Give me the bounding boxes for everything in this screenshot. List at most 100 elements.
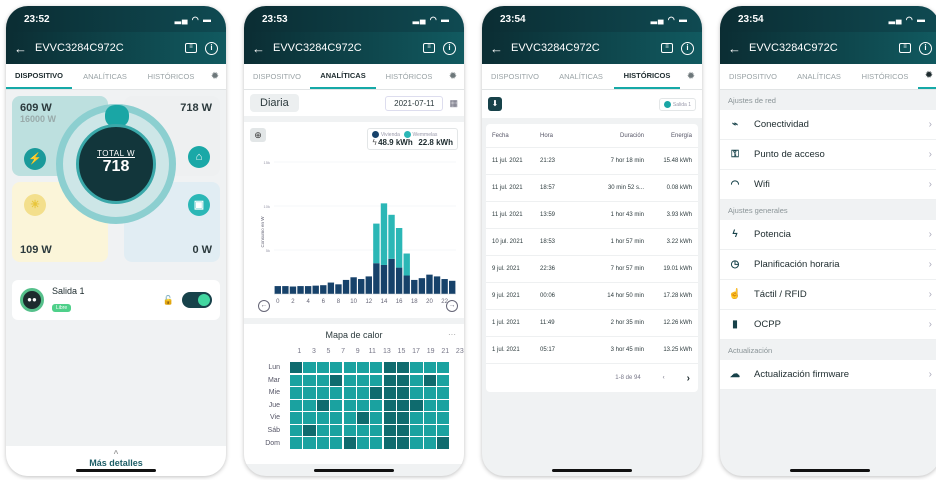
heatmap-cell[interactable] (356, 362, 370, 374)
bar-home[interactable] (358, 279, 365, 294)
heatmap-cell[interactable] (290, 362, 303, 374)
bar-home[interactable] (395, 267, 403, 294)
heatmap-cell[interactable] (437, 399, 450, 412)
heatmap-cell[interactable] (316, 412, 329, 424)
more-options-icon[interactable]: ··· (448, 330, 456, 339)
heatmap-cell[interactable] (316, 437, 329, 449)
heatmap-cell[interactable] (356, 387, 370, 399)
heatmap-cell[interactable] (410, 387, 423, 399)
heatmap-cell[interactable] (410, 424, 423, 437)
prev-arrow-icon[interactable]: ← (258, 300, 270, 312)
tab-analytics[interactable]: ANALÍTICAS (72, 64, 138, 89)
date-field[interactable]: 2021-07-11 (385, 95, 444, 111)
heatmap-cell[interactable] (303, 387, 316, 399)
heatmap-cell[interactable] (410, 399, 423, 412)
heatmap-cell[interactable] (410, 362, 423, 374)
bar-home[interactable] (433, 276, 441, 294)
table-row[interactable]: 10 jul. 2021 18:53 1 hor 57 min 3.22 kWh (486, 229, 698, 256)
zoom-icon[interactable]: ⊕ (250, 128, 266, 142)
heatmap-cell[interactable] (410, 437, 423, 449)
heatmap-cell[interactable] (437, 412, 450, 424)
table-row[interactable]: 9 jul. 2021 00:06 14 hor 50 min 17.28 kWh (486, 283, 698, 310)
bar-home[interactable] (320, 285, 327, 294)
heatmap-cell[interactable] (370, 399, 383, 412)
bar-home[interactable] (403, 275, 410, 294)
bar-home[interactable] (297, 286, 304, 294)
table-row[interactable]: 11 jul. 2021 13:59 1 hor 43 min 3.93 kWh (486, 202, 698, 229)
heatmap-cell[interactable] (330, 412, 343, 424)
heatmap-cell[interactable] (343, 412, 356, 424)
bar-home[interactable] (304, 286, 312, 294)
setting-firmware[interactable]: ☁ Actualización firmware › (720, 360, 936, 390)
setting-ocpp[interactable]: ▮ OCPP › (720, 310, 936, 340)
back-arrow-icon[interactable]: ← (728, 41, 741, 56)
heatmap-cell[interactable] (410, 374, 423, 386)
back-arrow-icon[interactable]: ← (252, 41, 265, 56)
outlet-card[interactable]: ●● Salida 1 Libre 🔓 (12, 280, 220, 320)
table-row[interactable]: 11 jul. 2021 21:23 7 hor 18 min 15.48 kWh (486, 148, 698, 175)
heatmap-cell[interactable] (330, 399, 343, 412)
setting-rfid[interactable]: ☝ Táctil / RFID › (720, 280, 936, 310)
table-row[interactable]: 9 jul. 2021 22:36 7 hor 57 min 19.01 kWh (486, 256, 698, 283)
bar-home[interactable] (282, 286, 289, 294)
heatmap-cell[interactable] (383, 437, 396, 449)
tab-device[interactable]: DISPOSITIVO (6, 64, 72, 89)
bar-home[interactable] (274, 286, 281, 294)
bar-home[interactable] (426, 274, 433, 294)
settings-gear-icon[interactable]: ✹ (204, 64, 226, 89)
heatmap-cell[interactable] (397, 374, 410, 386)
heatmap-cell[interactable] (437, 387, 450, 399)
next-arrow-icon[interactable]: → (446, 300, 458, 312)
bar-home[interactable] (350, 277, 357, 294)
bar-home[interactable] (449, 280, 456, 294)
heatmap-cell[interactable] (290, 424, 303, 437)
heatmap-cell[interactable] (356, 399, 370, 412)
heatmap-cell[interactable] (383, 362, 396, 374)
info-icon[interactable]: i (919, 41, 932, 55)
table-row[interactable]: 1 jul. 2021 11:49 2 hor 35 min 12.26 kWh (486, 310, 698, 337)
table-row[interactable]: 11 jul. 2021 18:57 30 min 52 s... 0.08 kWh (486, 175, 698, 202)
heatmap-cell[interactable] (397, 424, 410, 437)
tab-device[interactable]: DISPOSITIVO (482, 64, 548, 89)
heatmap-cell[interactable] (343, 437, 356, 449)
heatmap-cell[interactable] (397, 399, 410, 412)
download-icon[interactable]: ⬇ (488, 97, 502, 111)
heatmap-cell[interactable] (410, 412, 423, 424)
back-arrow-icon[interactable]: ← (14, 41, 27, 56)
settings-gear-icon[interactable]: ✹ (442, 64, 464, 89)
bar-home[interactable] (289, 286, 297, 294)
heatmap-cell[interactable] (316, 374, 329, 386)
info-icon[interactable]: i (681, 41, 694, 55)
bar-home[interactable] (373, 263, 380, 294)
heatmap-cell[interactable] (370, 362, 383, 374)
heatmap-cell[interactable] (343, 362, 356, 374)
heatmap-cell[interactable] (423, 437, 436, 449)
heatmap-cell[interactable] (303, 374, 316, 386)
heatmap-cell[interactable] (437, 362, 450, 374)
lock-icon[interactable]: 🔓 (163, 295, 174, 306)
heatmap-cell[interactable] (316, 387, 329, 399)
heatmap-cell[interactable] (316, 424, 329, 437)
heatmap-cell[interactable] (316, 362, 329, 374)
setting-power[interactable]: ϟ Potencia › (720, 220, 936, 250)
tab-history[interactable]: HISTÓRICOS (138, 64, 204, 89)
tab-analytics[interactable]: ANALÍTICAS (548, 64, 614, 89)
table-row[interactable]: 1 jul. 2021 05:17 3 hor 45 min 13.25 kWh (486, 337, 698, 364)
setting-access-point[interactable]: ⚿ Punto de acceso › (720, 140, 936, 170)
bar-home[interactable] (365, 276, 372, 294)
heatmap-cell[interactable] (330, 362, 343, 374)
tab-history[interactable]: HISTÓRICOS (614, 64, 680, 89)
outlet-toggle[interactable] (182, 292, 212, 308)
next-page-icon[interactable]: › (687, 373, 690, 384)
bar-charger[interactable] (388, 214, 395, 259)
heatmap-cell[interactable] (437, 374, 450, 386)
bar-home[interactable] (418, 278, 426, 294)
back-arrow-icon[interactable]: ← (490, 41, 503, 56)
setting-wifi[interactable]: ◠ Wifi › (720, 170, 936, 200)
heatmap-cell[interactable] (290, 387, 303, 399)
bar-home[interactable] (441, 279, 448, 294)
bar-charger[interactable] (395, 228, 403, 268)
heatmap-cell[interactable] (290, 437, 303, 449)
heatmap-cell[interactable] (303, 399, 316, 412)
heatmap-cell[interactable] (343, 424, 356, 437)
